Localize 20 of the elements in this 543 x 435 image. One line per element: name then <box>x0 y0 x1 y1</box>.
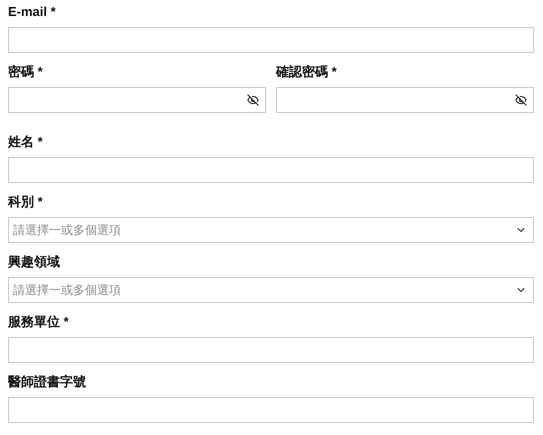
eye-slash-icon[interactable] <box>515 94 527 106</box>
input-field[interactable] <box>8 337 534 363</box>
password-field[interactable] <box>276 87 534 113</box>
eye-slash-icon[interactable] <box>247 94 259 106</box>
password-field[interactable] <box>8 87 266 113</box>
field-label: 姓名 * <box>8 133 43 151</box>
field-label: 醫師證書字號 <box>8 373 86 391</box>
input-field[interactable] <box>8 397 534 423</box>
input-field[interactable] <box>8 27 534 53</box>
field-label: 興趣領域 <box>8 253 60 271</box>
placeholder-text: 請選擇一或多個選項 <box>13 222 122 238</box>
field-label: 服務單位 * <box>8 313 69 331</box>
field-label: 密碼 * <box>8 63 43 81</box>
field-label: 科別 * <box>8 193 43 211</box>
select-field[interactable]: 請選擇一或多個選項 <box>8 217 534 243</box>
select-field[interactable]: 請選擇一或多個選項 <box>8 277 534 303</box>
input-field[interactable] <box>8 157 534 183</box>
field-label: 確認密碼 * <box>276 63 337 81</box>
field-label: E-mail * <box>8 3 56 21</box>
placeholder-text: 請選擇一或多個選項 <box>13 282 122 298</box>
